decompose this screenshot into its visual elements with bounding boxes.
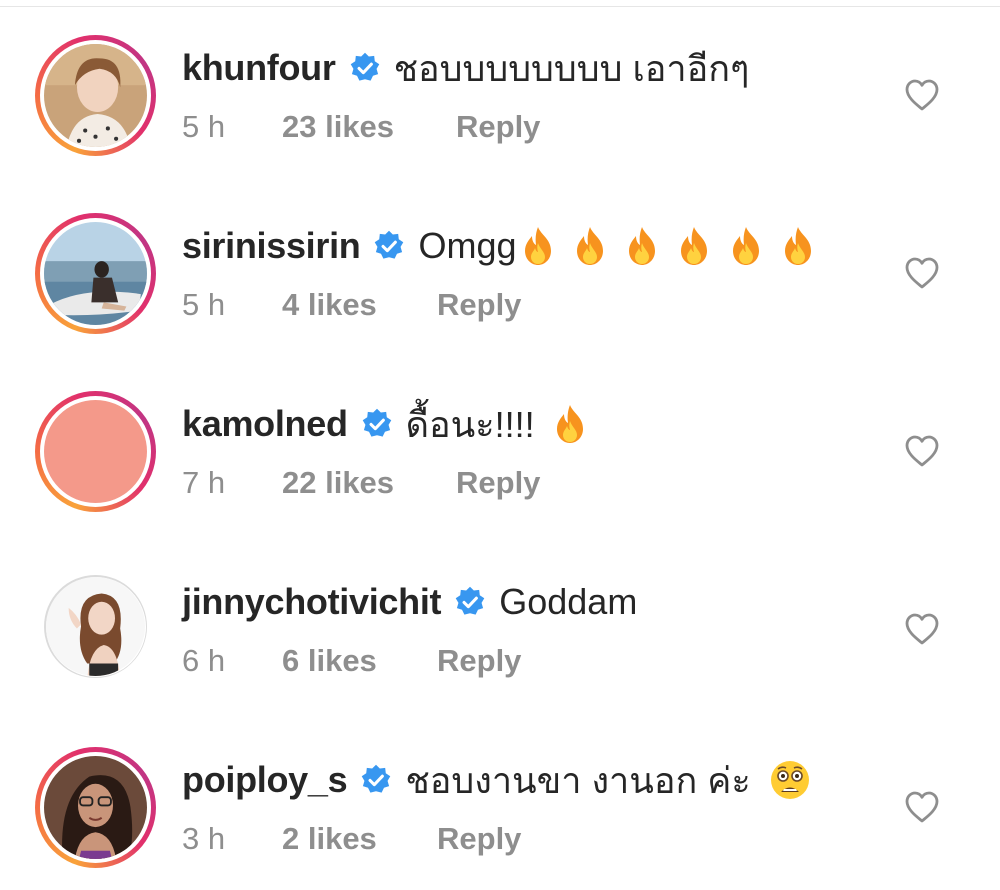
username[interactable]: poiploy_s	[182, 759, 348, 801]
avatar[interactable]	[44, 400, 147, 503]
story-ring[interactable]	[35, 213, 156, 334]
comment-text-body: Omgg	[418, 225, 517, 266]
comment-item: jinnychotivichit Goddam 6 h 6 likes Repl…	[0, 534, 1000, 712]
heart-outline-icon[interactable]	[904, 790, 940, 824]
avatar-photo-icon	[44, 44, 147, 147]
likes-count[interactable]: 6 likes	[282, 643, 437, 679]
reply-button[interactable]: Reply	[456, 109, 540, 145]
timestamp[interactable]: 5 h	[182, 287, 282, 323]
story-ring[interactable]	[35, 747, 156, 868]
comment-item: khunfour ชอบบบบบบบบ เอาอีกๆ 5 h 23 likes…	[0, 0, 1000, 178]
heart-outline-icon[interactable]	[904, 434, 940, 468]
comment-item: poiploy_s ชอบงานขา งานอก ค่ะ 3 h 2 likes…	[0, 712, 1000, 890]
timestamp[interactable]: 7 h	[182, 465, 282, 501]
verified-badge-icon	[348, 51, 382, 85]
verified-badge-icon	[453, 585, 487, 619]
timestamp[interactable]: 3 h	[182, 821, 282, 857]
avatar[interactable]	[44, 756, 147, 859]
avatar-photo-icon	[46, 577, 145, 676]
fire-emoji-icon	[727, 225, 765, 267]
fire-emoji-icon	[551, 403, 589, 445]
comment-text-body: ดื้อนะ!!!!	[405, 403, 535, 445]
verified-badge-icon	[359, 763, 393, 797]
comment-text: ดื้อนะ!!!!	[406, 396, 589, 453]
likes-count[interactable]: 23 likes	[282, 109, 456, 145]
timestamp[interactable]: 6 h	[182, 643, 282, 679]
username[interactable]: jinnychotivichit	[182, 581, 442, 623]
avatar-border[interactable]	[44, 575, 147, 678]
comment-text-body: ชอบงานขา งานอก ค่ะ	[405, 759, 751, 801]
verified-badge-icon	[372, 229, 406, 263]
comment-item: sirinissirin Omgg 5 h 4 likes Reply	[0, 178, 1000, 356]
fire-emoji-icon	[571, 225, 609, 267]
fearful-face-emoji-icon	[769, 759, 811, 801]
avatar[interactable]	[44, 44, 147, 147]
reply-button[interactable]: Reply	[456, 465, 540, 501]
fire-emoji-icon	[623, 225, 661, 267]
username[interactable]: khunfour	[182, 47, 336, 89]
avatar[interactable]	[44, 222, 147, 325]
comment-text: Goddam	[499, 581, 638, 622]
likes-count[interactable]: 22 likes	[282, 465, 456, 501]
username[interactable]: sirinissirin	[182, 225, 361, 267]
username[interactable]: kamolned	[182, 403, 348, 445]
heart-outline-icon[interactable]	[904, 612, 940, 646]
avatar[interactable]	[46, 577, 145, 676]
likes-count[interactable]: 2 likes	[282, 821, 437, 857]
heart-outline-icon[interactable]	[904, 256, 940, 290]
likes-count[interactable]: 4 likes	[282, 287, 437, 323]
avatar-photo-icon	[44, 756, 147, 859]
comment-item: kamolned ดื้อนะ!!!! 7 h 22 likes Reply	[0, 356, 1000, 534]
avatar-photo-icon	[44, 222, 147, 325]
comment-text: ชอบบบบบบบบ เอาอีกๆ	[393, 47, 750, 89]
heart-outline-icon[interactable]	[904, 78, 940, 112]
fire-emoji-icon	[779, 225, 817, 267]
reply-button[interactable]: Reply	[437, 643, 521, 679]
comment-text: ชอบงานขา งานอก ค่ะ	[405, 752, 810, 809]
story-ring[interactable]	[35, 35, 156, 156]
reply-button[interactable]: Reply	[437, 821, 521, 857]
reply-button[interactable]: Reply	[437, 287, 521, 323]
timestamp[interactable]: 5 h	[182, 109, 282, 145]
verified-badge-icon	[360, 407, 394, 441]
comment-text: Omgg	[418, 225, 816, 267]
fire-emoji-icon	[675, 225, 713, 267]
story-ring[interactable]	[35, 391, 156, 512]
fire-emoji-icon	[519, 225, 557, 267]
